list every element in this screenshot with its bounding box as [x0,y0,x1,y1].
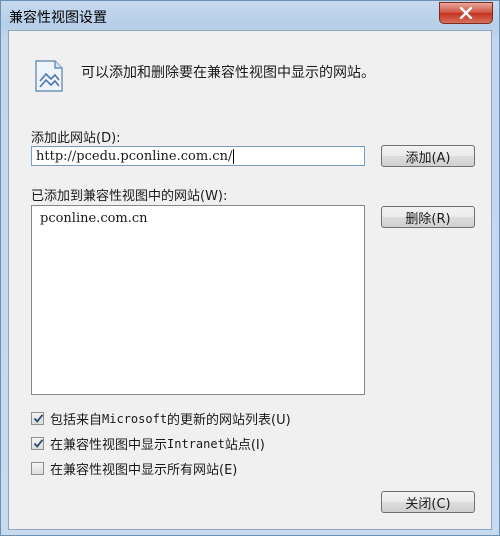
option-label-suffix: 站点(I) [224,438,265,453]
text-caret [233,148,235,164]
add-site-input[interactable]: http://pcedu.pconline.com.cn/ [31,146,365,166]
add-button[interactable]: 添加(A) [381,145,475,167]
checkbox-microsoft-list[interactable] [31,412,44,425]
dialog-window: 兼容性视图设置 可以添加和删除要在兼容性视图中显示的网站。 添加此网站(D): … [0,0,500,536]
option-all-sites[interactable]: 在兼容性视图中显示所有网站(E) [31,459,237,478]
dialog-client-area: 可以添加和删除要在兼容性视图中显示的网站。 添加此网站(D): http://p… [8,30,492,530]
window-close-button[interactable] [439,2,493,24]
add-site-input-value: http://pcedu.pconline.com.cn/ [36,148,233,164]
title-bar[interactable]: 兼容性视图设置 [1,1,499,31]
option-label-mono: Intranet [167,436,225,451]
window-title: 兼容性视图设置 [9,10,107,26]
option-label-prefix: 在兼容性视图中显示所有网站(E) [50,463,238,478]
option-microsoft-list[interactable]: 包括来自 Microsoft 的更新的网站列表(U) [31,409,291,428]
option-label-mono: Microsoft [102,411,168,426]
info-text: 可以添加和删除要在兼容性视图中显示的网站。 [81,65,375,81]
checkbox-all-sites[interactable] [31,462,44,475]
checkbox-intranet[interactable] [31,437,44,450]
site-list-label: 已添加到兼容性视图中的网站(W): [31,189,228,204]
option-intranet[interactable]: 在兼容性视图中显示 Intranet 站点(I) [31,434,265,453]
add-site-label: 添加此网站(D): [31,131,121,146]
option-label-suffix: 的更新的网站列表(U) [167,413,291,428]
checkmark-icon [33,439,44,448]
option-label-prefix: 在兼容性视图中显示 [50,438,168,453]
site-list[interactable]: pconline.com.cn [31,205,365,395]
remove-button[interactable]: 删除(R) [381,206,475,228]
close-button[interactable]: 关闭(C) [381,491,475,513]
web-page-icon [35,60,63,92]
list-item[interactable]: pconline.com.cn [40,211,148,226]
option-label-prefix: 包括来自 [50,413,103,428]
close-icon [459,7,473,19]
checkmark-icon [33,414,44,423]
